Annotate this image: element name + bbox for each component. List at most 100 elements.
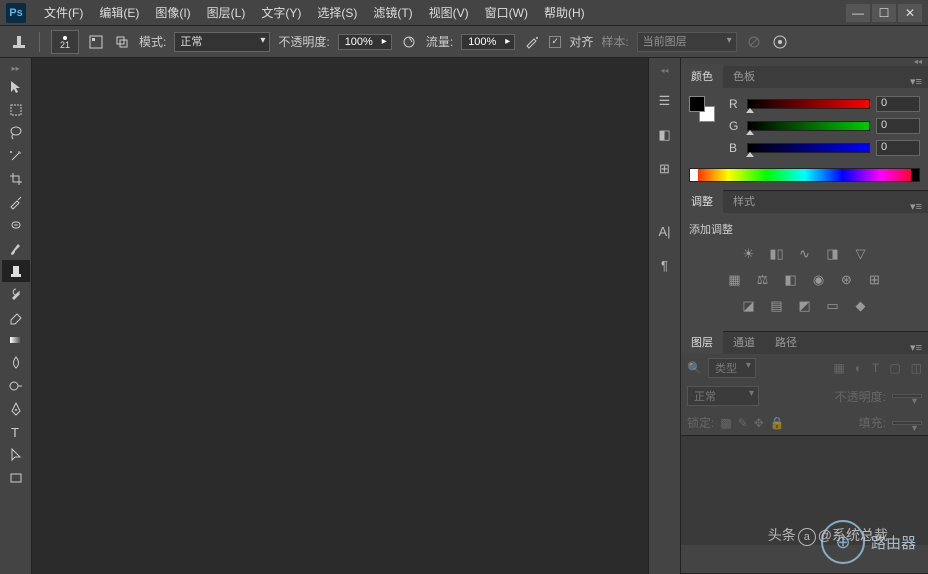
foreground-color[interactable]: [689, 96, 705, 112]
filter-shape-icon[interactable]: ▢: [889, 361, 900, 375]
close-button[interactable]: ✕: [898, 4, 922, 22]
type-tool[interactable]: T: [2, 421, 30, 443]
info-panel-icon[interactable]: ⊞: [653, 157, 677, 181]
path-select-tool[interactable]: [2, 444, 30, 466]
dodge-tool[interactable]: [2, 375, 30, 397]
filter-search-icon[interactable]: 🔍: [687, 361, 702, 375]
clone-source-icon[interactable]: [113, 33, 131, 51]
flow-input[interactable]: 100%: [461, 34, 515, 50]
eyedropper-tool[interactable]: [2, 191, 30, 213]
tab-color[interactable]: 颜色: [681, 64, 723, 88]
brightness-icon[interactable]: ☀: [740, 245, 758, 263]
tool-preset-icon[interactable]: [10, 33, 28, 51]
curves-icon[interactable]: ∿: [796, 245, 814, 263]
history-panel-icon[interactable]: ☰: [653, 89, 677, 113]
color-spectrum[interactable]: [689, 168, 920, 182]
tab-swatches[interactable]: 色板: [723, 64, 765, 88]
document-canvas[interactable]: [32, 58, 648, 574]
panel-menu-icon[interactable]: ▾≡: [904, 200, 928, 213]
panel-menu-icon[interactable]: ▾≡: [904, 341, 928, 354]
invert-icon[interactable]: ◪: [740, 297, 758, 315]
tab-layers[interactable]: 图层: [681, 330, 723, 354]
panel-menu-icon[interactable]: ▾≡: [904, 75, 928, 88]
brush-preview[interactable]: 21: [51, 30, 79, 54]
move-tool[interactable]: [2, 76, 30, 98]
toolbox-grip[interactable]: ▸▸: [2, 64, 30, 72]
history-brush-tool[interactable]: [2, 283, 30, 305]
lock-paint-icon[interactable]: ✎: [738, 416, 748, 430]
g-input[interactable]: 0: [876, 118, 920, 134]
clone-stamp-tool[interactable]: [2, 260, 30, 282]
lock-all-icon[interactable]: 🔒: [770, 416, 785, 430]
color-lookup-icon[interactable]: ⊞: [866, 271, 884, 289]
bw-icon[interactable]: ◧: [782, 271, 800, 289]
color-balance-icon[interactable]: ⚖: [754, 271, 772, 289]
photo-filter-icon[interactable]: ◉: [810, 271, 828, 289]
pressure-opacity-icon[interactable]: [400, 33, 418, 51]
exposure-icon[interactable]: ◨: [824, 245, 842, 263]
menu-layer[interactable]: 图层(L): [199, 0, 254, 25]
r-slider[interactable]: [747, 99, 870, 109]
menu-filter[interactable]: 滤镜(T): [365, 0, 420, 25]
maximize-button[interactable]: ☐: [872, 4, 896, 22]
b-input[interactable]: 0: [876, 140, 920, 156]
levels-icon[interactable]: ▮▯: [768, 245, 786, 263]
pen-tool[interactable]: [2, 398, 30, 420]
healing-brush-tool[interactable]: [2, 214, 30, 236]
blur-tool[interactable]: [2, 352, 30, 374]
minimize-button[interactable]: —: [846, 4, 870, 22]
brush-tool[interactable]: [2, 237, 30, 259]
dock-grip[interactable]: ◂◂: [660, 66, 668, 75]
tab-paths[interactable]: 路径: [765, 330, 807, 354]
vibrance-icon[interactable]: ▽: [852, 245, 870, 263]
posterize-icon[interactable]: ▤: [768, 297, 786, 315]
eraser-tool[interactable]: [2, 306, 30, 328]
menu-help[interactable]: 帮助(H): [536, 0, 593, 25]
threshold-icon[interactable]: ◩: [796, 297, 814, 315]
selective-color-icon[interactable]: ◆: [852, 297, 870, 315]
opacity-input[interactable]: 100%: [338, 34, 392, 50]
menu-file[interactable]: 文件(F): [36, 0, 91, 25]
hue-sat-icon[interactable]: ▦: [726, 271, 744, 289]
airbrush-icon[interactable]: [523, 33, 541, 51]
gradient-tool[interactable]: [2, 329, 30, 351]
layer-blend-select[interactable]: 正常: [687, 386, 759, 406]
properties-panel-icon[interactable]: ◧: [653, 123, 677, 147]
pressure-size-icon[interactable]: [771, 33, 789, 51]
layer-opacity-input[interactable]: [892, 394, 922, 398]
crop-tool[interactable]: [2, 168, 30, 190]
channel-mixer-icon[interactable]: ⊛: [838, 271, 856, 289]
layer-list[interactable]: [681, 435, 928, 545]
rectangle-tool[interactable]: [2, 467, 30, 489]
lock-transparent-icon[interactable]: ▩: [720, 416, 731, 430]
ignore-adjustment-icon[interactable]: [745, 33, 763, 51]
menu-window[interactable]: 窗口(W): [477, 0, 536, 25]
lock-position-icon[interactable]: ✥: [754, 416, 764, 430]
character-panel-icon[interactable]: A|: [653, 219, 677, 243]
magic-wand-tool[interactable]: [2, 145, 30, 167]
filter-smart-icon[interactable]: ◫: [911, 361, 922, 375]
lasso-tool[interactable]: [2, 122, 30, 144]
align-checkbox[interactable]: ✓: [549, 36, 561, 48]
filter-pixel-icon[interactable]: ▦: [833, 361, 844, 375]
tab-channels[interactable]: 通道: [723, 330, 765, 354]
menu-edit[interactable]: 编辑(E): [91, 0, 147, 25]
menu-view[interactable]: 视图(V): [421, 0, 477, 25]
marquee-tool[interactable]: [2, 99, 30, 121]
gradient-map-icon[interactable]: ▭: [824, 297, 842, 315]
menu-type[interactable]: 文字(Y): [253, 0, 309, 25]
filter-kind-select[interactable]: 类型: [708, 358, 756, 378]
layer-fill-input[interactable]: [892, 421, 922, 425]
fg-bg-swatch[interactable]: [689, 96, 715, 122]
menu-image[interactable]: 图像(I): [147, 0, 198, 25]
filter-type-icon[interactable]: T: [872, 361, 879, 375]
r-input[interactable]: 0: [876, 96, 920, 112]
tab-styles[interactable]: 样式: [723, 189, 765, 213]
menu-select[interactable]: 选择(S): [309, 0, 365, 25]
paragraph-panel-icon[interactable]: ¶: [653, 253, 677, 277]
b-slider[interactable]: [747, 143, 870, 153]
tab-adjustments[interactable]: 调整: [681, 189, 723, 213]
blend-mode-select[interactable]: 正常: [174, 32, 270, 52]
sample-select[interactable]: 当前图层: [637, 32, 737, 52]
filter-adjust-icon[interactable]: ◐: [855, 361, 862, 375]
